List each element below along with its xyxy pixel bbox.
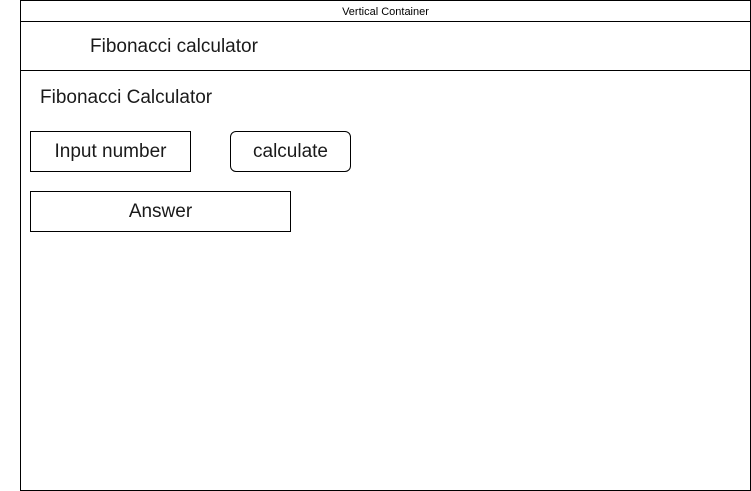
vertical-container: Vertical Container Fibonacci calculator … bbox=[20, 0, 751, 491]
number-input[interactable]: Input number bbox=[30, 131, 191, 172]
header-title: Fibonacci calculator bbox=[90, 36, 258, 57]
container-title: Vertical Container bbox=[21, 1, 750, 22]
answer-field: Answer bbox=[30, 191, 291, 232]
header: Fibonacci calculator bbox=[21, 22, 750, 71]
section-title: Fibonacci Calculator bbox=[40, 87, 213, 108]
calculate-button[interactable]: calculate bbox=[230, 131, 351, 172]
